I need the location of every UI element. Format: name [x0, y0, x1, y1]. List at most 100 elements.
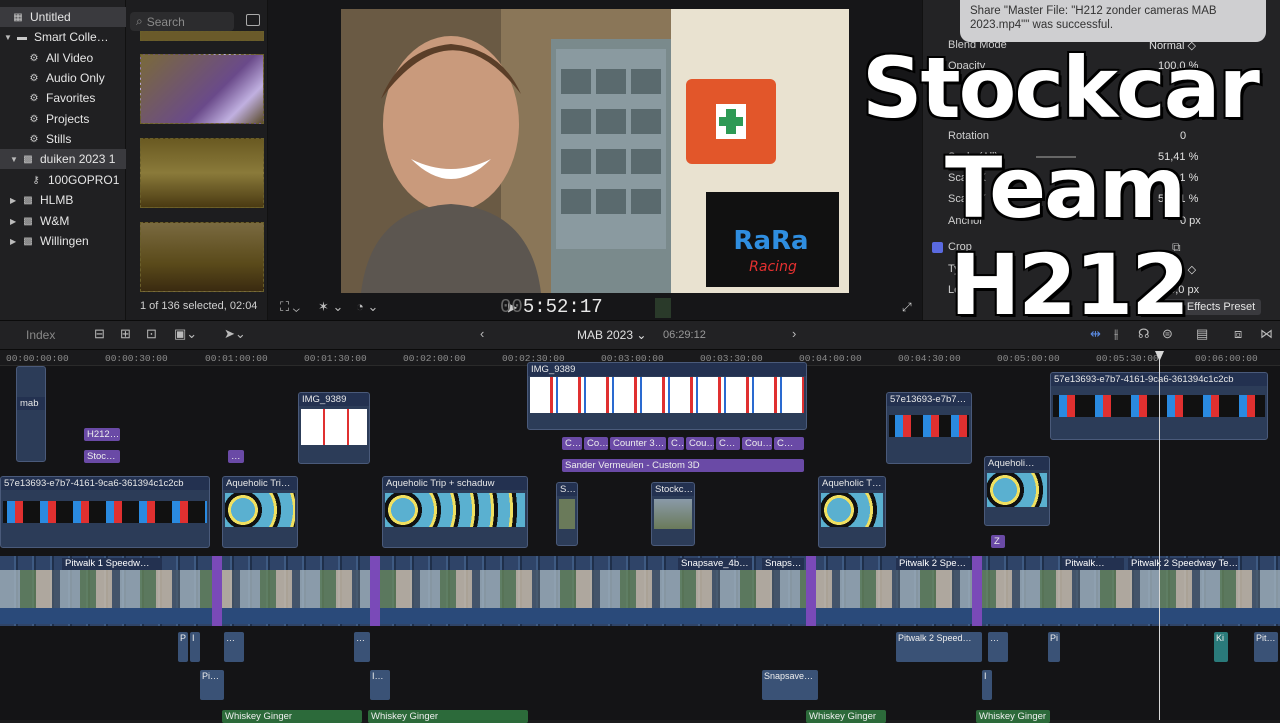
snapping-icon[interactable]: ⫲ — [1114, 326, 1118, 342]
music-clip[interactable]: Whiskey Ginger — [222, 710, 362, 723]
title-clip[interactable]: C… — [716, 437, 740, 450]
timeline-clip[interactable]: mab — [16, 366, 46, 462]
transition-marker[interactable] — [370, 556, 380, 626]
project-name[interactable]: MAB 2023 ⌄ — [577, 328, 646, 342]
clip-label: Pitwalk 1 Speedw… — [62, 558, 162, 570]
connected-audio-clip[interactable]: I — [982, 670, 992, 700]
connected-audio-clip[interactable]: I… — [370, 670, 390, 700]
library-item-untitled[interactable]: ▦ Untitled — [0, 7, 126, 27]
title-clip[interactable]: Z — [991, 535, 1005, 548]
title-clip[interactable]: C… — [668, 437, 684, 450]
connected-audio-clip[interactable]: … — [224, 632, 244, 662]
timeline-clip[interactable]: Aqueholic Tri… — [222, 476, 298, 548]
library-item-favorites[interactable]: ⚙ Favorites — [0, 88, 96, 108]
index-button[interactable]: Index — [26, 328, 55, 342]
library-item-all-video[interactable]: ⚙ All Video — [0, 48, 94, 68]
transition-marker[interactable] — [806, 556, 816, 626]
speed-icon[interactable]: ◔ ⌄ — [356, 299, 378, 315]
disclosure-triangle-icon[interactable]: ▶ — [10, 237, 20, 246]
title-clip[interactable]: Cou… — [686, 437, 714, 450]
music-clip[interactable]: Whiskey Ginger — [368, 710, 528, 723]
clip-filmstrip — [654, 499, 692, 529]
transition-marker[interactable] — [212, 556, 222, 626]
connected-audio-clip[interactable]: P — [178, 632, 188, 662]
back-arrow-icon[interactable]: ‹ — [480, 326, 484, 341]
ruler-tick: 00:01:30:00 — [304, 353, 367, 364]
connected-audio-clip[interactable]: … — [988, 632, 1008, 662]
disclosure-triangle-icon[interactable]: ▼ — [10, 155, 20, 164]
title-clip[interactable]: Stoc… — [84, 450, 120, 463]
library-item-stills[interactable]: ⚙ Stills — [0, 129, 72, 149]
timeline-clip[interactable]: Aqueholic T… — [818, 476, 886, 548]
title-clip[interactable]: H212… — [84, 428, 120, 441]
library-item-projects[interactable]: ⚙ Projects — [0, 109, 90, 129]
browser-thumbnail[interactable] — [140, 138, 264, 208]
audio-skimming-icon[interactable]: ⇹ — [1090, 326, 1101, 342]
effects-browser-icon[interactable]: ⧈ — [1234, 326, 1242, 342]
select-tool-icon[interactable]: ➤⌄ — [224, 326, 246, 342]
crop-checkbox[interactable] — [932, 242, 943, 253]
connect-clip-icon[interactable]: ⊟ — [94, 326, 105, 342]
connected-audio-clip[interactable]: Pitwalk 2 Speed… — [896, 632, 982, 662]
playhead[interactable] — [1159, 352, 1160, 720]
overlay-title-line2: Team — [943, 139, 1187, 237]
library-item-hlmb[interactable]: ▶ ▩ HLMB — [0, 190, 73, 210]
fullscreen-icon[interactable]: ⤢ — [902, 300, 912, 315]
music-clip[interactable]: Whiskey Ginger — [806, 710, 886, 723]
timeline-clip[interactable]: 57e13693-e7b7… — [886, 392, 972, 464]
browser-thumbnail[interactable] — [140, 54, 264, 124]
connected-audio-clip[interactable]: Ki — [1214, 632, 1228, 662]
connected-audio-clip[interactable]: Snapsave… — [762, 670, 818, 700]
share-notification[interactable]: Share "Master File: "H212 zonder cameras… — [960, 0, 1266, 42]
forward-arrow-icon[interactable]: › — [792, 326, 796, 341]
title-clip[interactable]: Co… — [584, 437, 608, 450]
title-clip[interactable]: … — [228, 450, 244, 463]
clip-appearance-icon[interactable]: ▤ — [1196, 326, 1208, 342]
overwrite-clip-icon[interactable]: ▣⌄ — [174, 326, 197, 342]
library-item-willingen[interactable]: ▶ ▩ Willingen — [0, 231, 89, 251]
transitions-browser-icon[interactable]: ⋈ — [1260, 326, 1273, 342]
ruler-tick: 00:04:00:00 — [799, 353, 862, 364]
library-item-smart-collections[interactable]: ▼ ▬ Smart Colle… — [0, 27, 109, 47]
viewer-transform-icon[interactable]: ⛶ ⌄ — [280, 299, 300, 315]
overlay-title-line1: Stockcar — [861, 39, 1262, 137]
library-item-audio-only[interactable]: ⚙ Audio Only — [0, 68, 105, 88]
timeline-clip[interactable]: 57e13693-e7b7-4161-9ca6-361394c1c2cb — [0, 476, 210, 548]
timeline-clip[interactable]: S… — [556, 482, 578, 546]
connected-audio-clip[interactable]: I — [190, 632, 200, 662]
connected-audio-clip[interactable]: Pit… — [1254, 632, 1278, 662]
search-field[interactable]: ⌕ Search — [130, 12, 234, 31]
library-item-duiken[interactable]: ▼ ▩ duiken 2023 1 — [0, 149, 126, 169]
clip-label: Aqueholi… — [985, 457, 1049, 470]
append-clip-icon[interactable]: ⊡ — [146, 326, 157, 342]
title-clip[interactable]: C… — [774, 437, 804, 450]
connected-audio-clip[interactable]: … — [354, 632, 370, 662]
magic-wand-icon[interactable]: ✶ ⌄ — [318, 299, 343, 315]
timeline-clip[interactable]: Stockc… — [651, 482, 695, 546]
music-clip[interactable]: Whiskey Ginger — [976, 710, 1050, 723]
disclosure-triangle-icon[interactable]: ▶ — [10, 196, 20, 205]
clip-filmstrip — [385, 493, 525, 527]
title-clip[interactable]: Cou… — [742, 437, 772, 450]
connected-audio-clip[interactable]: Pi — [1048, 632, 1060, 662]
insert-clip-icon[interactable]: ⊞ — [120, 326, 131, 342]
title-clip[interactable]: C… — [562, 437, 582, 450]
solo-icon[interactable]: ⊜ — [1162, 326, 1173, 342]
library-item-100gopro1[interactable]: ⚷ 100GOPRO1 — [0, 170, 119, 190]
connected-audio-clip[interactable]: Pi… — [200, 670, 224, 700]
library-item-wm[interactable]: ▶ ▩ W&M — [0, 211, 69, 231]
title-clip[interactable]: Sander Vermeulen - Custom 3D — [562, 459, 804, 472]
timeline-clip[interactable]: IMG_9389 — [527, 362, 807, 430]
browser-view-toggle-icon[interactable] — [246, 14, 260, 26]
timeline-clip[interactable]: Aqueholic Trip + schaduw — [382, 476, 528, 548]
disclosure-triangle-icon[interactable]: ▼ — [4, 33, 14, 42]
transition-marker[interactable] — [972, 556, 982, 626]
timeline-clip[interactable]: IMG_9389 — [298, 392, 370, 464]
browser-thumbnail[interactable] — [140, 31, 264, 41]
disclosure-triangle-icon[interactable]: ▶ — [10, 217, 20, 226]
timeline-clip[interactable]: Aqueholi… — [984, 456, 1050, 526]
title-clip[interactable]: Counter 3… — [610, 437, 666, 450]
event-icon: ▩ — [23, 215, 33, 227]
browser-thumbnail[interactable] — [140, 222, 264, 292]
headphones-icon[interactable]: ☊ — [1138, 326, 1150, 342]
